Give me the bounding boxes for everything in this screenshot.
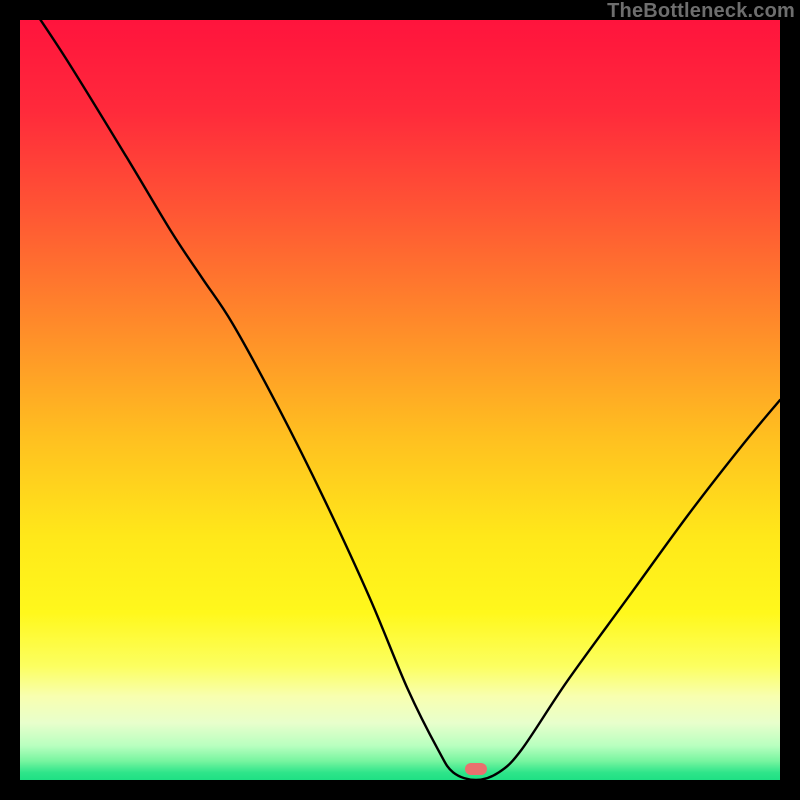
bottleneck-curve [20,20,780,780]
chart-frame: TheBottleneck.com [0,0,800,800]
optimal-marker [465,763,487,775]
plot-area [20,20,780,780]
attribution-text: TheBottleneck.com [607,0,795,23]
